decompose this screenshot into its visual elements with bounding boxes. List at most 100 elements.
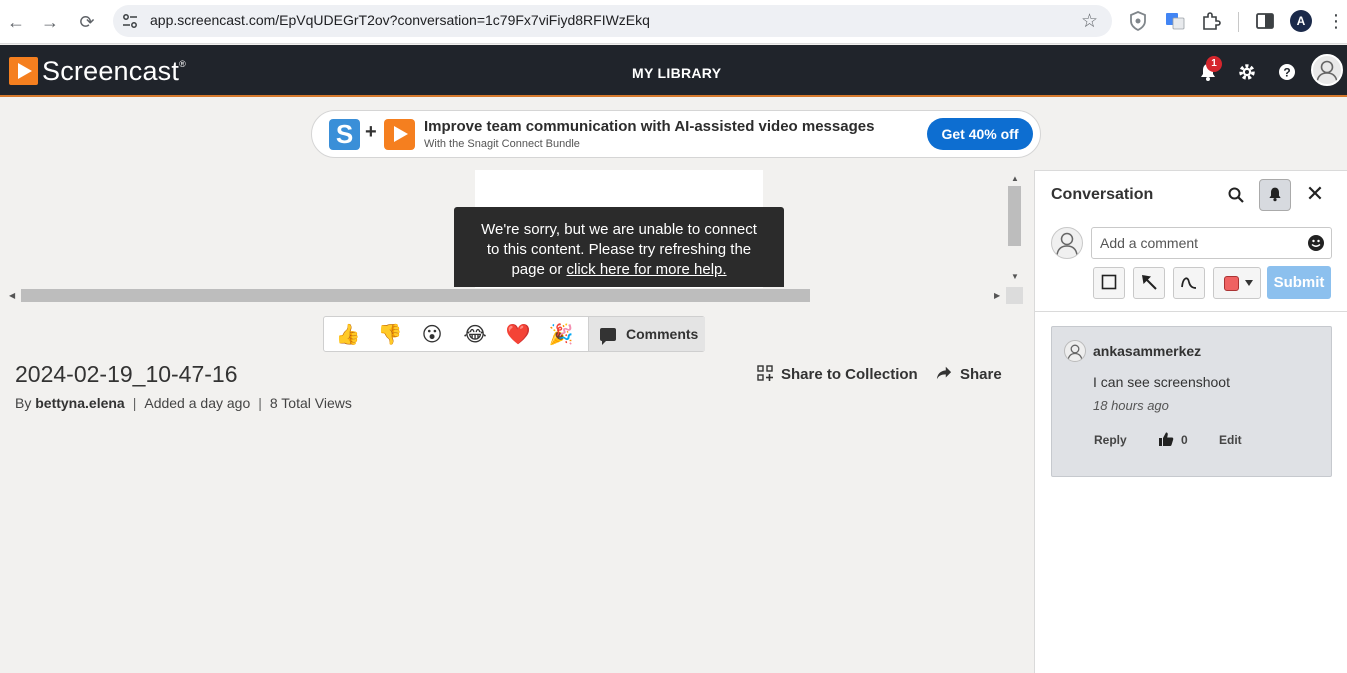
snagit-logo-icon: S: [329, 119, 360, 150]
thumbs-down-reaction-icon[interactable]: 👎: [377, 322, 403, 348]
rectangle-tool-button[interactable]: [1093, 267, 1125, 299]
share-to-collection-label: Share to Collection: [781, 366, 918, 383]
browser-toolbar: ← → ⟳ app.screencast.com/EpVqUDEGrT2ov?c…: [0, 0, 1347, 44]
comment-text: I can see screenshoot: [1093, 374, 1230, 390]
url-text[interactable]: app.screencast.com/EpVqUDEGrT2ov?convers…: [150, 12, 650, 28]
promo-subline: With the Snagit Connect Bundle: [424, 138, 580, 150]
scroll-right-arrow-icon[interactable]: ▶: [994, 291, 1000, 300]
user-avatar[interactable]: [1311, 54, 1343, 86]
scrollbar-corner: [1006, 287, 1023, 304]
like-count: 0: [1181, 433, 1188, 447]
by-label: By: [15, 395, 32, 411]
view-count: 8 Total Views: [269, 395, 352, 411]
comments-toggle-button[interactable]: Comments: [588, 317, 705, 351]
comment-bubble-icon: [600, 328, 616, 345]
user-avatar-icon: [1316, 60, 1338, 83]
horizontal-scrollbar-thumb[interactable]: [21, 289, 810, 302]
color-swatch: [1224, 276, 1239, 291]
current-user-avatar: [1051, 227, 1083, 259]
arrow-tool-button[interactable]: [1133, 267, 1165, 299]
comment-author: ankasammerkez: [1093, 343, 1202, 359]
arrow-pointer-icon: [1142, 275, 1157, 290]
search-icon[interactable]: [1227, 186, 1245, 204]
user-avatar-icon: [1067, 344, 1083, 361]
submit-button[interactable]: Submit: [1267, 266, 1331, 299]
heart-reaction-icon[interactable]: ❤️: [505, 322, 531, 348]
error-line-1: We're sorry, but we are unable to connec…: [481, 221, 757, 238]
logo-text: Screencast: [42, 55, 180, 86]
color-picker-button[interactable]: [1213, 267, 1261, 299]
comment-author-avatar: [1064, 340, 1086, 362]
side-panel-icon[interactable]: [1254, 10, 1276, 32]
comment-timestamp: 18 hours ago: [1093, 398, 1169, 413]
address-bar[interactable]: app.screencast.com/EpVqUDEGrT2ov?convers…: [113, 5, 1112, 37]
back-arrow-icon[interactable]: ←: [4, 10, 28, 34]
conversation-title: Conversation: [1051, 186, 1154, 203]
surprised-reaction-icon[interactable]: 😮: [419, 322, 445, 348]
close-icon[interactable]: ✕: [1304, 182, 1326, 206]
logo-registered-mark: ®: [179, 58, 186, 69]
subscribe-bell-button[interactable]: [1259, 179, 1291, 211]
share-button[interactable]: Share: [936, 365, 1002, 383]
bell-icon: [1269, 187, 1281, 202]
bookmark-star-icon[interactable]: ☆: [1081, 10, 1098, 33]
shield-extension-icon[interactable]: [1127, 10, 1149, 32]
reload-icon[interactable]: ⟳: [75, 10, 99, 34]
scroll-up-arrow-icon[interactable]: ▲: [1011, 174, 1019, 183]
svg-text:?: ?: [1283, 66, 1290, 80]
added-date: Added a day ago: [144, 395, 251, 411]
freehand-tool-button[interactable]: [1173, 267, 1205, 299]
error-line-2: to this content. Please try refreshing t…: [486, 241, 752, 258]
add-collection-icon: [757, 365, 773, 381]
comment-input[interactable]: [1100, 229, 1300, 257]
error-line-3: page or: [511, 261, 567, 278]
reply-button[interactable]: Reply: [1094, 433, 1127, 447]
promo-headline: Improve team communication with AI-assis…: [424, 118, 875, 135]
screencast-logo-icon: [9, 57, 38, 85]
promo-plus: +: [365, 121, 377, 143]
browser-menu-icon[interactable]: ⋮: [1326, 10, 1346, 34]
comments-button-label: Comments: [626, 326, 699, 342]
help-link[interactable]: click here for more help.: [566, 261, 726, 278]
freehand-curve-icon: [1181, 277, 1197, 289]
site-settings-icon[interactable]: [121, 12, 139, 30]
vertical-scrollbar-thumb[interactable]: [1008, 186, 1021, 246]
promo-cta-button[interactable]: Get 40% off: [927, 118, 1033, 150]
comment-item: ankasammerkez I can see screenshoot 18 h…: [1051, 326, 1332, 477]
screencast-small-logo-icon: [384, 119, 415, 150]
share-arrow-icon: [936, 366, 952, 380]
video-meta: By bettyna.elena | Added a day ago | 8 Total…: [15, 395, 352, 411]
screencast-logo[interactable]: Screencast®: [9, 56, 186, 86]
settings-gear-icon[interactable]: [1237, 62, 1257, 82]
browser-profile-avatar[interactable]: A: [1290, 10, 1312, 32]
extensions-puzzle-icon[interactable]: [1200, 10, 1222, 32]
notification-count-badge: 1: [1206, 56, 1222, 72]
panel-divider: [1035, 311, 1347, 312]
conversation-panel: Conversation ✕ Add a comment Submit anka…: [1034, 170, 1347, 673]
video-author[interactable]: bettyna.elena: [35, 395, 124, 411]
rectangle-icon: [1101, 274, 1117, 290]
share-to-collection-button[interactable]: Share to Collection: [757, 365, 918, 383]
comment-input-wrapper: [1091, 227, 1332, 259]
google-translate-icon[interactable]: [1164, 10, 1186, 32]
scroll-down-arrow-icon[interactable]: ▼: [1011, 272, 1019, 281]
like-button[interactable]: [1158, 431, 1174, 451]
laughing-reaction-icon[interactable]: 😂: [462, 322, 488, 348]
edit-button[interactable]: Edit: [1219, 433, 1242, 447]
video-title: 2024-02-19_10-47-16: [15, 361, 238, 387]
player-error-message: We're sorry, but we are unable to connec…: [454, 207, 784, 287]
forward-arrow-icon[interactable]: →: [38, 10, 62, 34]
toolbar-separator: [1238, 12, 1239, 32]
promo-banner[interactable]: S + Improve team communication with AI-a…: [311, 110, 1041, 158]
party-popper-reaction-icon[interactable]: 🎉: [548, 322, 574, 348]
app-header: Screencast® MY LIBRARY 1 ?: [0, 45, 1347, 97]
reaction-bar: 👍 👎 😮 😂 ❤️ 🎉 Comments: [323, 316, 705, 352]
chevron-down-icon: [1245, 280, 1253, 286]
thumbs-up-reaction-icon[interactable]: 👍: [335, 322, 361, 348]
scroll-left-arrow-icon[interactable]: ◀: [9, 291, 15, 300]
thumbs-up-icon: [1159, 432, 1174, 446]
emoji-picker-icon[interactable]: [1308, 235, 1324, 251]
page-title[interactable]: MY LIBRARY: [632, 65, 721, 81]
share-label: Share: [960, 366, 1002, 383]
help-icon[interactable]: ?: [1277, 62, 1297, 82]
